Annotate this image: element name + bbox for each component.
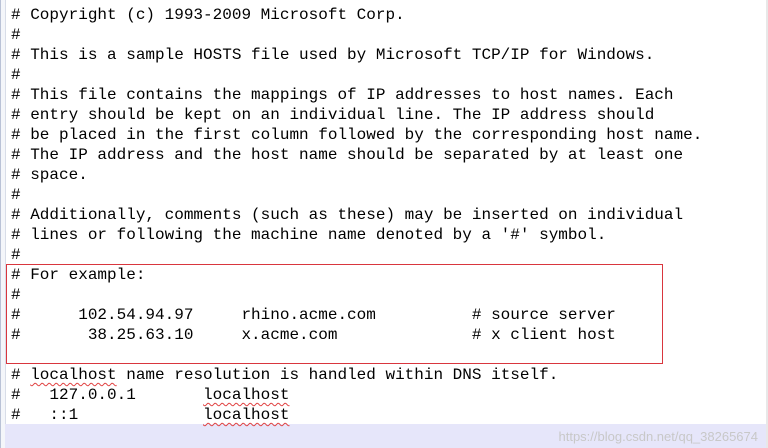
editor-line[interactable]: # 127.0.0.1 localhost — [11, 385, 289, 405]
spellcheck-word: localhost — [203, 406, 290, 424]
editor-line[interactable]: # lines or following the machine name de… — [11, 225, 606, 245]
editor-line[interactable]: # entry should be kept on an individual … — [11, 105, 654, 125]
text-editor[interactable]: # Copyright (c) 1993-2009 Microsoft Corp… — [0, 0, 768, 448]
editor-line[interactable]: # Copyright (c) 1993-2009 Microsoft Corp… — [11, 5, 405, 25]
watermark: https://blog.csdn.net/qq_38265674 — [558, 429, 759, 444]
editor-line[interactable]: # — [11, 245, 21, 265]
editor-line[interactable]: # ::1 localhost — [11, 405, 289, 425]
editor-line[interactable]: # — [11, 25, 21, 45]
editor-line[interactable]: # — [11, 185, 21, 205]
spellcheck-word: localhost — [30, 366, 117, 384]
editor-line[interactable]: # This is a sample HOSTS file used by Mi… — [11, 45, 654, 65]
editor-line[interactable]: # This file contains the mappings of IP … — [11, 85, 674, 105]
line-text: name resolution is handled within DNS it… — [116, 366, 559, 384]
editor-line[interactable]: # localhost name resolution is handled w… — [11, 365, 558, 385]
spellcheck-word: localhost — [203, 386, 290, 404]
line-text: # — [11, 366, 31, 384]
example-highlight-box — [6, 264, 663, 364]
editor-line[interactable]: # space. — [11, 165, 88, 185]
editor-line[interactable]: # be placed in the first column followed… — [11, 125, 702, 145]
editor-line[interactable]: # Additionally, comments (such as these)… — [11, 205, 683, 225]
editor-line[interactable]: # The IP address and the host name shoul… — [11, 145, 683, 165]
line-text: # ::1 — [11, 406, 204, 424]
editor-gutter — [0, 0, 6, 448]
editor-line[interactable]: # — [11, 65, 21, 85]
line-text: # 127.0.0.1 — [11, 386, 204, 404]
